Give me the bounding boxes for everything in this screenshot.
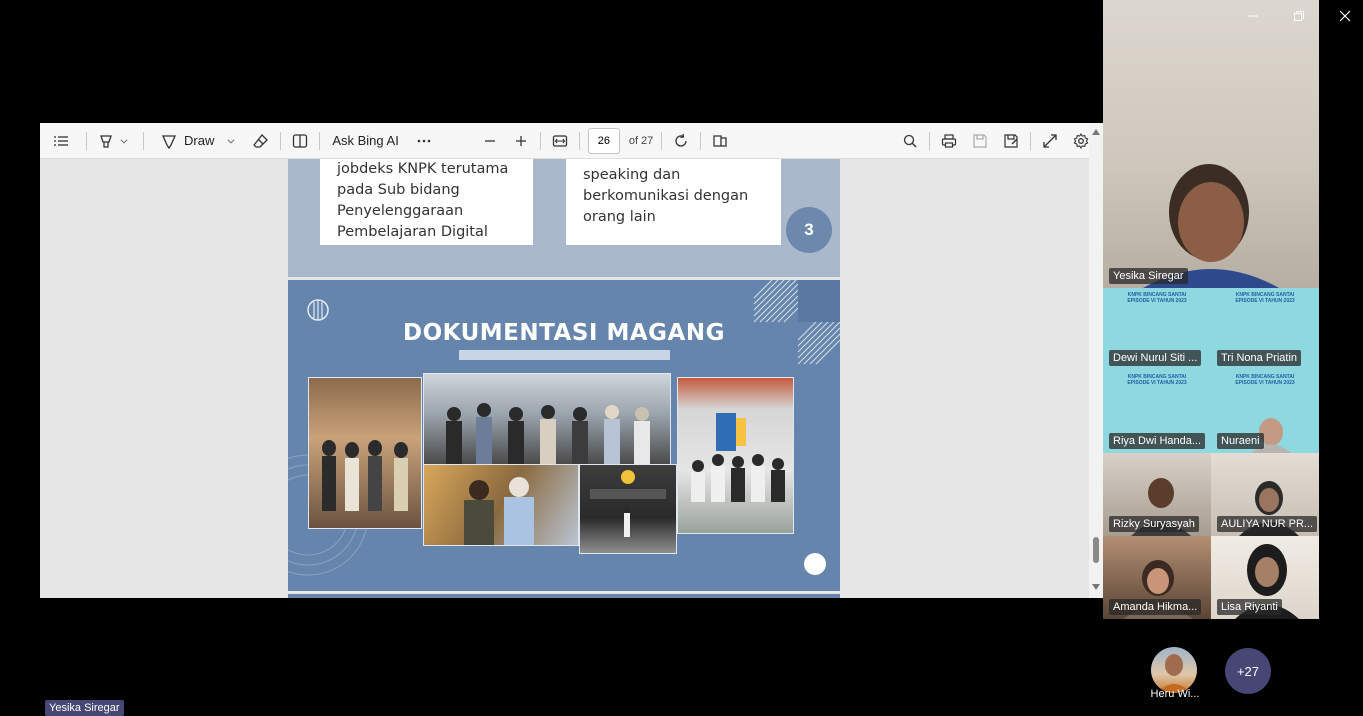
slide-next-edge	[288, 594, 840, 598]
rotate-icon[interactable]	[670, 127, 692, 155]
participant-tile[interactable]: KNPK BINCANG SANTAI EPISODE VI TAHUN 2023…	[1103, 288, 1211, 370]
photo-building-entrance	[579, 464, 677, 554]
toolbar-divider	[1030, 131, 1031, 150]
participant-name: Rizky Suryasyah	[1109, 516, 1199, 532]
window-controls	[1230, 5, 1363, 27]
participant-tile[interactable]: KNPK BINCANG SANTAI EPISODE VI TAHUN 2023…	[1211, 370, 1319, 453]
restore-icon[interactable]	[1276, 5, 1322, 27]
toolbar-divider	[319, 131, 321, 150]
card-line: berkomunikasi dengan	[583, 188, 749, 204]
host-photo	[1157, 654, 1191, 693]
scroll-up-icon[interactable]	[1092, 128, 1100, 136]
people-silhouettes	[322, 440, 408, 511]
zoom-in-icon[interactable]	[510, 127, 532, 155]
card-line: speaking dan	[583, 167, 681, 183]
slide-number-badge: 3	[786, 207, 832, 253]
more-options-icon[interactable]	[413, 127, 435, 155]
slide-title: DOKUMENTASI MAGANG	[403, 320, 725, 346]
host-name: Heru Wi...	[1150, 688, 1200, 700]
page-number-input[interactable]	[587, 127, 620, 154]
participant-tile[interactable]: Rizky Suryasyah	[1103, 453, 1211, 536]
scroll-down-icon[interactable]	[1092, 583, 1100, 591]
card-line: Penyelenggaraan	[337, 203, 464, 219]
two-page-view-icon[interactable]	[709, 127, 731, 155]
photo-group-indoor	[308, 377, 422, 529]
people-silhouettes	[464, 477, 534, 545]
participant-name: AULIYA NUR PR...	[1217, 516, 1318, 532]
document-canvas[interactable]: jobdeks KNPK terutama pada Sub bidang Pe…	[40, 159, 1089, 598]
search-icon[interactable]	[899, 127, 921, 155]
draw-icon[interactable]	[158, 127, 180, 155]
close-icon[interactable]	[1322, 5, 1363, 27]
title-underline-bar	[459, 350, 670, 360]
people-silhouettes	[691, 413, 785, 502]
pdf-toolbar: Draw Ask Bing AI of 27	[40, 123, 1103, 159]
toolbar-divider	[280, 131, 282, 150]
participant-name: Dewi Nurul Siti ...	[1109, 350, 1202, 366]
toolbar-divider	[539, 131, 541, 150]
participant-tile[interactable]: Amanda Hikma...	[1103, 536, 1211, 619]
people-silhouettes	[446, 403, 650, 464]
toolbar-divider	[700, 131, 702, 150]
ask-bing-ai-button[interactable]: Ask Bing AI	[332, 133, 398, 148]
toolbar-divider	[86, 131, 87, 150]
toolbar-divider	[929, 131, 930, 150]
page-total: of 27	[628, 134, 654, 147]
participant-name: Amanda Hikma...	[1109, 599, 1202, 615]
text-card-right: speaking dan berkomunikasi dengan orang …	[566, 159, 781, 245]
save-as-icon[interactable]	[1000, 127, 1022, 155]
toolbar-divider	[661, 131, 663, 150]
speaker-video	[1143, 164, 1279, 288]
save-icon[interactable]	[969, 127, 991, 155]
building-logo	[590, 470, 666, 537]
background-banner: KNPK BINCANG SANTAI EPISODE VI TAHUN 2023	[1235, 292, 1295, 304]
minimize-icon[interactable]	[1230, 5, 1276, 27]
participant-name: Yesika Siregar	[1109, 268, 1188, 284]
toolbar-divider	[578, 131, 580, 150]
card-line: Pembelajaran Digital	[337, 224, 488, 240]
participant-name: Tri Nona Priatin	[1217, 350, 1302, 366]
slide-dokumentasi: DOKUMENTASI MAGANG	[288, 280, 840, 591]
participant-tile[interactable]: KNPK BINCANG SANTAI EPISODE VI TAHUN 2023…	[1211, 288, 1319, 370]
print-icon[interactable]	[938, 127, 960, 155]
zoom-out-icon[interactable]	[479, 127, 501, 155]
background-banner: KNPK BINCANG SANTAI EPISODE VI TAHUN 2023	[1235, 374, 1295, 386]
photo-group-outdoor	[677, 377, 794, 534]
scrollbar-thumb[interactable]	[1093, 537, 1099, 563]
draw-label[interactable]: Draw	[184, 133, 214, 148]
chevron-down-icon[interactable]	[224, 127, 238, 155]
avatar[interactable]	[1151, 647, 1197, 693]
card-line: orang lain	[583, 209, 656, 225]
eraser-icon[interactable]	[250, 127, 272, 155]
page-view-icon[interactable]	[289, 127, 311, 155]
text-card-left: jobdeks KNPK terutama pada Sub bidang Pe…	[320, 159, 533, 245]
vertical-scrollbar[interactable]	[1089, 123, 1103, 598]
more-participants-button[interactable]: +27	[1225, 648, 1271, 694]
card-line: jobdeks KNPK terutama	[337, 161, 509, 177]
photo-group-office	[423, 373, 671, 465]
chevron-down-icon[interactable]	[117, 127, 131, 155]
participant-name: Riya Dwi Handa...	[1109, 433, 1206, 449]
card-line: pada Sub bidang	[337, 182, 460, 198]
photo-two-friends	[423, 464, 579, 546]
pdf-viewer-window: Draw Ask Bing AI of 27	[40, 123, 1103, 598]
fit-width-icon[interactable]	[549, 127, 571, 155]
participant-name: Lisa Riyanti	[1217, 599, 1282, 615]
background-banner: KNPK BINCANG SANTAI EPISODE VI TAHUN 2023	[1127, 374, 1187, 386]
fullscreen-icon[interactable]	[1039, 127, 1061, 155]
participant-tile[interactable]: AULIYA NUR PR...	[1211, 453, 1319, 536]
participant-tile[interactable]: Lisa Riyanti	[1211, 536, 1319, 619]
highlight-icon[interactable]	[95, 127, 117, 155]
background-banner: KNPK BINCANG SANTAI EPISODE VI TAHUN 2023	[1127, 292, 1187, 304]
contents-icon[interactable]	[50, 127, 72, 155]
participant-tile[interactable]: KNPK BINCANG SANTAI EPISODE VI TAHUN 2023…	[1103, 370, 1211, 453]
participant-panel: Yesika Siregar KNPK BINCANG SANTAI EPISOD…	[1103, 0, 1319, 619]
toolbar-divider	[143, 131, 144, 150]
participant-name: Nuraeni	[1217, 433, 1264, 449]
slide-previous: jobdeks KNPK terutama pada Sub bidang Pe…	[288, 159, 840, 277]
participant-tile-speaker[interactable]: Yesika Siregar	[1103, 0, 1319, 288]
